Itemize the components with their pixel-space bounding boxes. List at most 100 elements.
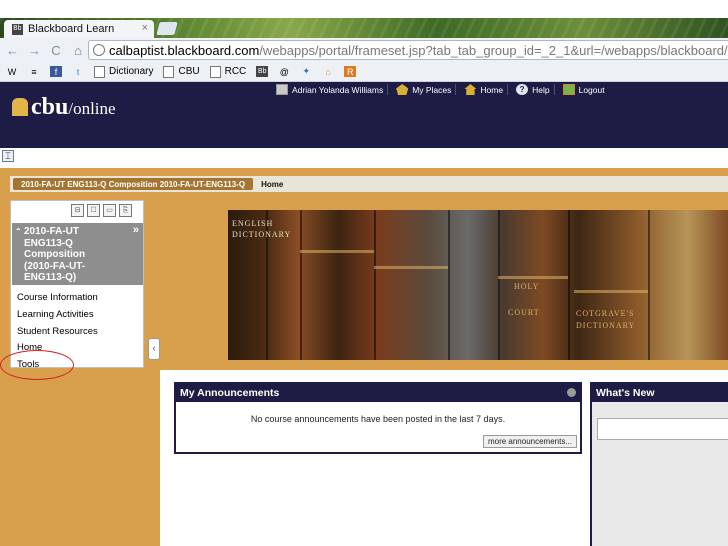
tab-close-icon[interactable]: × — [142, 22, 148, 34]
banner-label: ENGLISH DICTIONARY — [232, 219, 292, 239]
my-places-link[interactable]: My Places — [392, 84, 457, 95]
breadcrumb-current: Home — [261, 179, 284, 189]
url-path: /webapps/portal/frameset.jsp?tab_tab_gro… — [259, 42, 728, 58]
course-title-box[interactable]: ⌃ » 2010-FA-UT ENG113-Q Composition (201… — [12, 223, 143, 285]
list-view-icon[interactable]: ☐ — [87, 204, 100, 217]
bookmark-bb[interactable]: Bb — [256, 66, 269, 77]
bookmark-cbu[interactable]: CBU — [163, 65, 200, 78]
book-spine — [300, 210, 302, 360]
bookmark-building[interactable]: ⌂ — [322, 66, 334, 77]
course-menu-toolbar: ⊟ ☐ ▭ ⎘ — [71, 204, 132, 217]
breadcrumb: 2010-FA-UT ENG113-Q Composition 2010-FA-… — [10, 176, 728, 192]
new-tab-button[interactable] — [156, 22, 178, 35]
more-announcements-button[interactable]: more announcements... — [482, 435, 577, 448]
bookmark-facebook[interactable]: f — [50, 66, 62, 77]
breadcrumb-course[interactable]: 2010-FA-UT ENG113-Q Composition 2010-FA-… — [13, 178, 254, 190]
announcements-title: My Announcements — [180, 387, 280, 399]
back-icon[interactable]: ← — [6, 43, 19, 58]
bookmark-rss[interactable]: ≡ — [28, 66, 40, 77]
page-icon — [163, 65, 175, 78]
book-spine — [648, 210, 650, 360]
page-icon — [94, 65, 105, 78]
browser-window: Bb Blackboard Learn × ← → C ⌂ calbaptist… — [0, 18, 728, 546]
browser-tab[interactable]: Bb Blackboard Learn × — [4, 20, 154, 38]
home-link[interactable]: Home — [460, 84, 509, 95]
course-title-line: ENG113-Q — [24, 237, 73, 249]
bb-icon: Bb — [256, 66, 269, 77]
window-view-icon[interactable]: ▭ — [103, 204, 116, 217]
page-icon — [209, 65, 221, 78]
course-banner-image: ENGLISH DICTIONARY HOLY COURT COTGRAVE'S… — [228, 210, 728, 360]
help-label: Help — [532, 84, 550, 95]
tab-title: Blackboard Learn — [28, 23, 115, 35]
cbu-tower-icon — [12, 98, 28, 116]
announcements-header[interactable]: My Announcements — [176, 384, 580, 402]
bookmark-label: Dictionary — [109, 66, 154, 77]
book-spine — [498, 210, 500, 360]
menu-item-learning-activities[interactable]: Learning Activities — [17, 307, 98, 324]
whats-new-header[interactable]: What's New — [592, 384, 728, 402]
forward-icon[interactable]: → — [28, 43, 41, 58]
bookmark-wordpress[interactable]: W — [6, 66, 18, 77]
expand-frame-icon[interactable]: ⌶ — [2, 150, 14, 162]
rss-icon: ≡ — [31, 66, 37, 77]
book-band — [574, 290, 648, 293]
r-icon: R — [344, 66, 357, 77]
bookmark-spiral[interactable]: @ — [278, 66, 290, 77]
bookmark-twitter[interactable]: t — [72, 66, 84, 77]
user-avatar-icon — [276, 84, 288, 95]
whats-new-module: What's New — [590, 382, 728, 546]
course-content-area: 2010-FA-UT ENG113-Q Composition 2010-FA-… — [0, 168, 728, 546]
facebook-icon: f — [50, 66, 62, 77]
help-link[interactable]: ? Help — [512, 84, 555, 95]
bookmark-rcc[interactable]: RCC — [209, 65, 247, 78]
book-spine — [568, 210, 570, 360]
user-link[interactable]: Adrian Yolanda Williams — [272, 84, 389, 95]
wordpress-icon: W — [7, 66, 17, 77]
course-title-line: 2010-FA-UT — [24, 226, 80, 237]
collapse-icon[interactable]: ⌃ — [15, 226, 22, 238]
twitter-icon: t — [76, 66, 80, 77]
tab-strip: Bb Blackboard Learn × — [0, 18, 728, 38]
detach-menu-icon[interactable]: ⎘ — [119, 204, 132, 217]
expand-double-chevron-icon[interactable]: » — [133, 224, 139, 237]
course-title-line: Composition — [24, 249, 86, 260]
course-menu: ⊟ ☐ ▭ ⎘ ⌃ » 2010-FA-UT ENG113-Q Composit… — [10, 200, 144, 370]
help-icon: ? — [516, 84, 529, 95]
spiral-icon: @ — [279, 66, 289, 77]
menu-item-course-information[interactable]: Course Information — [17, 290, 98, 307]
course-title-line: (2010-FA-UT- — [24, 260, 86, 272]
whats-new-title: What's New — [596, 387, 655, 399]
folder-view-icon[interactable]: ⊟ — [71, 204, 84, 217]
cbu-online-logo[interactable]: cbu /online — [12, 94, 116, 121]
blackboard-favicon-icon: Bb — [12, 23, 23, 35]
menu-item-student-resources[interactable]: Student Resources — [17, 324, 98, 341]
global-nav: Adrian Yolanda Williams My Places Home ?… — [272, 84, 609, 95]
book-spine — [448, 210, 450, 360]
address-bar[interactable]: calbaptist.blackboard.com/webapps/portal… — [88, 40, 728, 60]
book-band — [498, 276, 568, 279]
globe-icon — [93, 44, 105, 56]
bookmark-bird[interactable]: ✦ — [300, 66, 312, 77]
bookmarks-bar: W ≡ f t Dictionary CBU RCC Bb @ ✦ ⌂ R — [0, 62, 728, 82]
hide-menu-toggle[interactable]: ‹ — [148, 338, 160, 360]
home-label: Home — [480, 84, 504, 95]
bookmark-dictionary[interactable]: Dictionary — [94, 65, 154, 78]
announcements-module: My Announcements No course announcements… — [174, 382, 582, 454]
announcements-message: No course announcements have been posted… — [250, 414, 506, 424]
user-name: Adrian Yolanda Williams — [292, 84, 384, 95]
home-icon[interactable]: ⌂ — [72, 43, 84, 58]
module-options-icon[interactable] — [567, 388, 576, 397]
banner-label: COTGRAVE'S DICTIONARY — [576, 309, 636, 330]
reload-icon[interactable]: C — [50, 43, 62, 58]
bookmark-label: RCC — [224, 66, 247, 77]
bookmark-r[interactable]: R — [344, 66, 357, 77]
logout-link[interactable]: Logout — [559, 84, 609, 95]
url-domain: calbaptist.blackboard.com — [109, 42, 260, 58]
blackboard-header: cbu /online Adrian Yolanda Williams My P… — [0, 82, 728, 148]
book-band — [374, 266, 448, 269]
building-icon: ⌂ — [325, 66, 331, 77]
my-places-label: My Places — [412, 84, 452, 95]
bird-icon: ✦ — [302, 66, 311, 76]
tools-highlight-circle — [0, 350, 74, 380]
